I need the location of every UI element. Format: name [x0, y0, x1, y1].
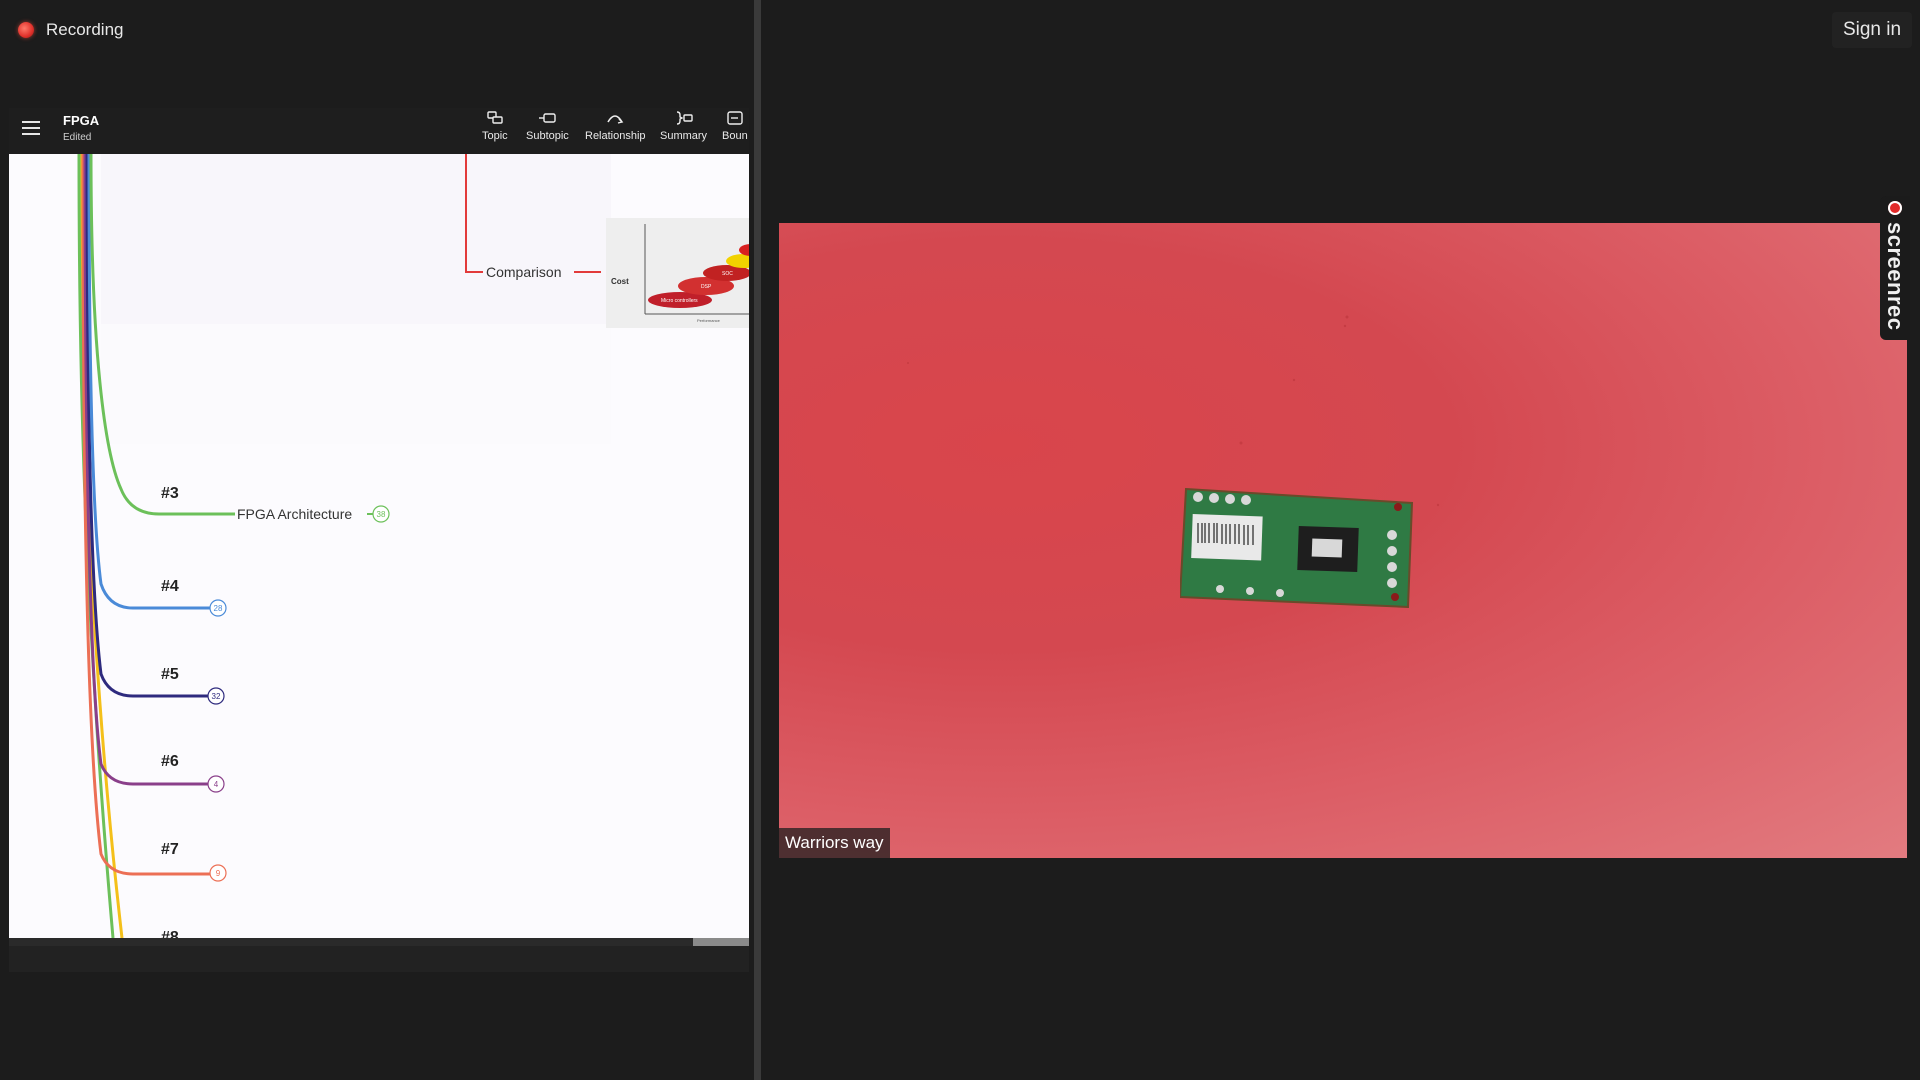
branch-label-6[interactable]: #6	[161, 753, 179, 770]
sign-in-button[interactable]: Sign in	[1832, 12, 1912, 48]
svg-text:9: 9	[216, 869, 221, 878]
relationship-icon	[607, 115, 624, 124]
node-region-background	[101, 324, 611, 444]
topic-button[interactable]: Topic	[482, 110, 508, 150]
mindmap-status-bar	[9, 946, 749, 972]
screenrec-label: screenrec	[1883, 222, 1908, 331]
bubble-label-soc: SOC	[722, 271, 733, 277]
bubble-label-dsp: DSP	[701, 284, 712, 290]
screenrec-record-icon	[1888, 201, 1902, 215]
subtopic-label: Subtopic	[526, 130, 569, 142]
svg-text:28: 28	[214, 604, 223, 613]
comparison-node[interactable]: Comparison	[486, 264, 561, 280]
participant-name-label: Warriors way	[779, 828, 890, 858]
hamburger-menu-icon[interactable]	[22, 119, 40, 137]
branch-label-5[interactable]: #5	[161, 666, 179, 683]
branch-label-8[interactable]: #8	[161, 929, 179, 938]
recording-indicator: Recording	[18, 18, 124, 42]
boundary-button[interactable]: Boun	[722, 110, 749, 150]
comparison-image[interactable]: Cost Performance Micro controllers DSP S…	[606, 218, 749, 328]
subtopic-icon	[539, 113, 557, 123]
comparison-image-axis-label: Cost	[611, 277, 629, 286]
summary-label: Summary	[660, 130, 708, 142]
recording-label: Recording	[46, 20, 124, 39]
collapse-badge-5[interactable]: 32	[207, 687, 225, 705]
svg-text:4: 4	[214, 780, 219, 789]
collapse-badge-6[interactable]: 4	[207, 775, 225, 793]
relationship-label: Relationship	[585, 130, 646, 142]
split-divider[interactable]	[754, 0, 761, 1080]
boundary-label: Boun	[722, 130, 748, 142]
branch-label-3[interactable]: #3	[161, 485, 179, 502]
summary-icon	[676, 111, 693, 125]
fpga-architecture-node[interactable]: FPGA Architecture	[237, 506, 352, 522]
collapse-badge-3[interactable]: 38	[372, 505, 390, 523]
horizontal-scrollbar[interactable]	[9, 938, 749, 946]
node-region-background	[101, 154, 611, 324]
circuit-board-image	[1180, 487, 1414, 608]
topic-label: Topic	[482, 130, 508, 142]
document-title: FPGA	[63, 113, 100, 128]
record-dot-icon	[18, 22, 34, 38]
bubble-label-microcontrollers: Micro controllers	[661, 298, 698, 304]
comparison-image-x-label: Performance	[697, 318, 721, 323]
collapse-badge-7[interactable]: 9	[209, 864, 227, 882]
collapse-badge-4[interactable]: 28	[209, 599, 227, 617]
summary-button[interactable]: Summary	[660, 110, 707, 150]
boundary-icon	[727, 111, 743, 125]
horizontal-scrollbar-thumb[interactable]	[693, 938, 749, 946]
mindmap-canvas[interactable]: Comparison Cost Performance Micro contro…	[9, 154, 749, 938]
svg-text:38: 38	[377, 510, 386, 519]
svg-text:32: 32	[212, 692, 221, 701]
relationship-button[interactable]: Relationship	[585, 110, 646, 150]
branch-label-4[interactable]: #4	[161, 578, 179, 595]
mindmap-graph: Comparison Cost Performance Micro contro…	[77, 154, 749, 938]
subtopic-button[interactable]: Subtopic	[526, 110, 569, 150]
branch-label-7[interactable]: #7	[161, 841, 179, 858]
document-status: Edited	[63, 132, 92, 143]
topic-icon	[487, 111, 503, 124]
